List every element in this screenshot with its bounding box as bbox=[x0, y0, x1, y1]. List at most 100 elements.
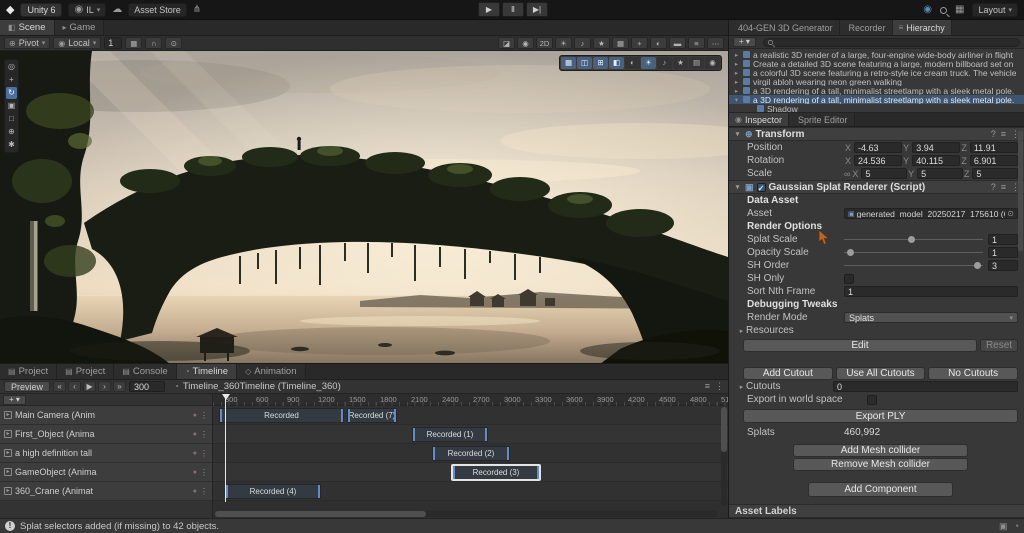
goto-end-button[interactable]: » bbox=[113, 381, 126, 392]
hierarchy-item[interactable]: ▸ a colorful 3D scene featuring a retro-… bbox=[729, 68, 1024, 77]
scale-z-field[interactable]: 5 bbox=[972, 168, 1018, 179]
frame-field[interactable]: 300 bbox=[129, 381, 165, 392]
layers-icon[interactable]: ▦ bbox=[955, 4, 964, 15]
track-menu-icon[interactable]: ⋮ bbox=[200, 468, 208, 477]
splat-scale-slider[interactable] bbox=[844, 234, 983, 245]
timeline-clip-area[interactable]: 3006009001200150018002100240027003000330… bbox=[213, 394, 728, 520]
scale-x-field[interactable]: 5 bbox=[861, 168, 907, 179]
pivot-dropdown[interactable]: ⊕ Pivot ▾ bbox=[4, 37, 50, 49]
track-row[interactable]: ▸ Main Camera (Anim ● ⋮ bbox=[0, 406, 212, 425]
resources-foldout[interactable]: ▸ Resources bbox=[729, 324, 1024, 337]
hierarchy-item[interactable]: ▾ a 3D rendering of a tall, minimalist s… bbox=[729, 95, 1024, 104]
panel-tab[interactable]: ◔ Timeline bbox=[177, 364, 237, 379]
add-component-button[interactable]: Add Component bbox=[808, 482, 953, 497]
play-button[interactable]: ▶ bbox=[83, 381, 96, 392]
sort-nth-frame-field[interactable]: 1 bbox=[844, 286, 1018, 297]
asset-store-button[interactable]: Asset Store bbox=[128, 3, 187, 17]
hierarchy-item[interactable]: ▸ Create a detailed 3D scene featuring a… bbox=[729, 59, 1024, 68]
timeline-clip[interactable]: Recorded (4) bbox=[225, 484, 321, 499]
camera-icon[interactable]: ◐ bbox=[650, 37, 667, 49]
scene-viewport[interactable]: ◎ + ↻ ▣ □ ⊕ ✱ ▦ ◫ bbox=[0, 51, 728, 364]
panel-tab[interactable]: 404-GEN 3D Generator bbox=[729, 20, 840, 35]
view-tab[interactable]: ▸ Game bbox=[55, 20, 105, 35]
help-icon[interactable]: ? bbox=[991, 182, 996, 193]
panel-tab[interactable]: ◉ Inspector bbox=[729, 113, 789, 126]
next-frame-button[interactable]: › bbox=[98, 381, 111, 392]
expand-arrow-icon[interactable]: ▸ bbox=[733, 51, 740, 59]
reset-button[interactable]: Reset bbox=[980, 339, 1018, 352]
add-cutout-button[interactable]: Add Cutout bbox=[743, 367, 833, 380]
timeline-clip[interactable]: Recorded bbox=[219, 408, 344, 423]
timeline-vertical-scrollbar[interactable] bbox=[721, 407, 727, 506]
track-menu-icon[interactable]: ⋮ bbox=[200, 487, 208, 496]
step-button[interactable]: ▶| bbox=[526, 2, 548, 17]
record-icon[interactable]: ● bbox=[193, 469, 197, 476]
rect-tool[interactable]: □ bbox=[6, 113, 17, 125]
track-row[interactable]: ▸ GameObject (Anima ● ⋮ bbox=[0, 463, 212, 482]
cutouts-count-field[interactable]: 0 bbox=[833, 381, 1018, 392]
track-row[interactable]: ▸ First_Object (Anima ● ⋮ bbox=[0, 425, 212, 444]
shaded-view-button[interactable]: ▦ bbox=[561, 57, 576, 69]
presets-icon[interactable]: ≡ bbox=[1001, 129, 1006, 140]
splat-scale-value-field[interactable]: 1 bbox=[988, 234, 1018, 245]
cloud-status-icon[interactable]: ◉ bbox=[923, 4, 932, 15]
inspector-scrollbar[interactable] bbox=[1018, 131, 1023, 251]
account-button[interactable]: ◉ IL ▾ bbox=[68, 3, 106, 17]
split-view-button[interactable]: ◧ bbox=[609, 57, 624, 69]
render-mode-dropdown[interactable]: Splats ▾ bbox=[844, 312, 1018, 323]
prev-frame-button[interactable]: ‹ bbox=[68, 381, 81, 392]
cloud-icon[interactable]: ☁ bbox=[112, 4, 122, 15]
play-button[interactable]: ▶ bbox=[478, 2, 500, 17]
export-world-checkbox[interactable] bbox=[867, 395, 877, 405]
gear-icon[interactable]: ≡ bbox=[705, 381, 710, 392]
audio-toggle[interactable]: ♪ bbox=[657, 57, 672, 69]
view-tab[interactable]: ◧ Scene bbox=[0, 20, 55, 35]
lighting-icon[interactable]: ☀ bbox=[555, 37, 572, 49]
goto-start-button[interactable]: « bbox=[53, 381, 66, 392]
expand-arrow-icon[interactable]: ▸ bbox=[733, 60, 740, 68]
grid-size-field[interactable]: 1 bbox=[104, 37, 122, 49]
foldout-arrow-icon[interactable]: ▾ bbox=[733, 130, 742, 138]
hierarchy-item[interactable]: Shadow bbox=[729, 104, 1024, 113]
panel-tab[interactable]: ≡ Hierarchy bbox=[893, 20, 952, 35]
panel-tab[interactable]: ▤ Project bbox=[0, 364, 57, 379]
sh-only-checkbox[interactable] bbox=[844, 274, 854, 284]
rotation-x-field[interactable]: 24.536 bbox=[854, 155, 902, 166]
transform-header[interactable]: ▾ ⊕ Transform ? ≡ ⋮ bbox=[729, 127, 1024, 141]
shading-mode-icon[interactable]: ◪ bbox=[498, 37, 515, 49]
panel-tab[interactable]: ◇ Animation bbox=[237, 364, 305, 379]
shadows-toggle[interactable]: ◐ bbox=[625, 57, 640, 69]
foldout-arrow-icon[interactable]: ▾ bbox=[733, 183, 742, 191]
pause-button[interactable]: Ⅱ bbox=[502, 2, 524, 17]
foldout-arrow-icon[interactable]: ▸ bbox=[737, 383, 746, 391]
visibility-icon[interactable]: ◉ bbox=[517, 37, 534, 49]
panel-tab[interactable]: Recorder bbox=[840, 20, 893, 35]
handle-rotation-dropdown[interactable]: ◉ Local ▾ bbox=[53, 37, 101, 49]
track-menu-icon[interactable]: ⋮ bbox=[200, 430, 208, 439]
rotation-y-field[interactable]: 40.115 bbox=[912, 155, 960, 166]
opacity-scale-value-field[interactable]: 1 bbox=[988, 247, 1018, 258]
2d-toggle[interactable]: 2D bbox=[536, 37, 553, 49]
version-control-icon[interactable]: ⋔ bbox=[193, 4, 201, 15]
gizmos-icon[interactable]: + bbox=[631, 37, 648, 49]
timeline-horizontal-scrollbar[interactable] bbox=[215, 511, 718, 517]
no-cutouts-button[interactable]: No Cutouts bbox=[928, 367, 1018, 380]
asset-labels-header[interactable]: Asset Labels bbox=[729, 504, 1024, 518]
menu-icon[interactable]: ⋮ bbox=[715, 381, 724, 392]
grid-view-button[interactable]: ⊞ bbox=[593, 57, 608, 69]
foldout-arrow-icon[interactable]: ▸ bbox=[737, 327, 746, 335]
expand-arrow-icon[interactable]: ▸ bbox=[733, 69, 740, 77]
timeline-clip[interactable]: Recorded (7) bbox=[347, 408, 397, 423]
audio-icon[interactable]: ♪ bbox=[574, 37, 591, 49]
sh-order-value-field[interactable]: 3 bbox=[988, 260, 1018, 271]
asset-object-field[interactable]: ▣ generated_model_20250217_175610 (Gau ⊙ bbox=[844, 208, 1018, 219]
menu-icon[interactable]: ≡ bbox=[688, 37, 705, 49]
remove-mesh-collider-button[interactable]: Remove Mesh collider bbox=[793, 458, 968, 471]
effects-toggle[interactable]: ★ bbox=[673, 57, 688, 69]
rotation-z-field[interactable]: 6.901 bbox=[970, 155, 1018, 166]
camera-settings-button[interactable]: ◉ bbox=[705, 57, 720, 69]
track-row[interactable]: ▸ a high definition tall ● ⋮ bbox=[0, 444, 212, 463]
timeline-clip[interactable]: Recorded (2) bbox=[432, 446, 510, 461]
record-icon[interactable]: ● bbox=[193, 412, 197, 419]
hierarchy-item[interactable]: ▸ a realistic 3D render of a large, four… bbox=[729, 50, 1024, 59]
